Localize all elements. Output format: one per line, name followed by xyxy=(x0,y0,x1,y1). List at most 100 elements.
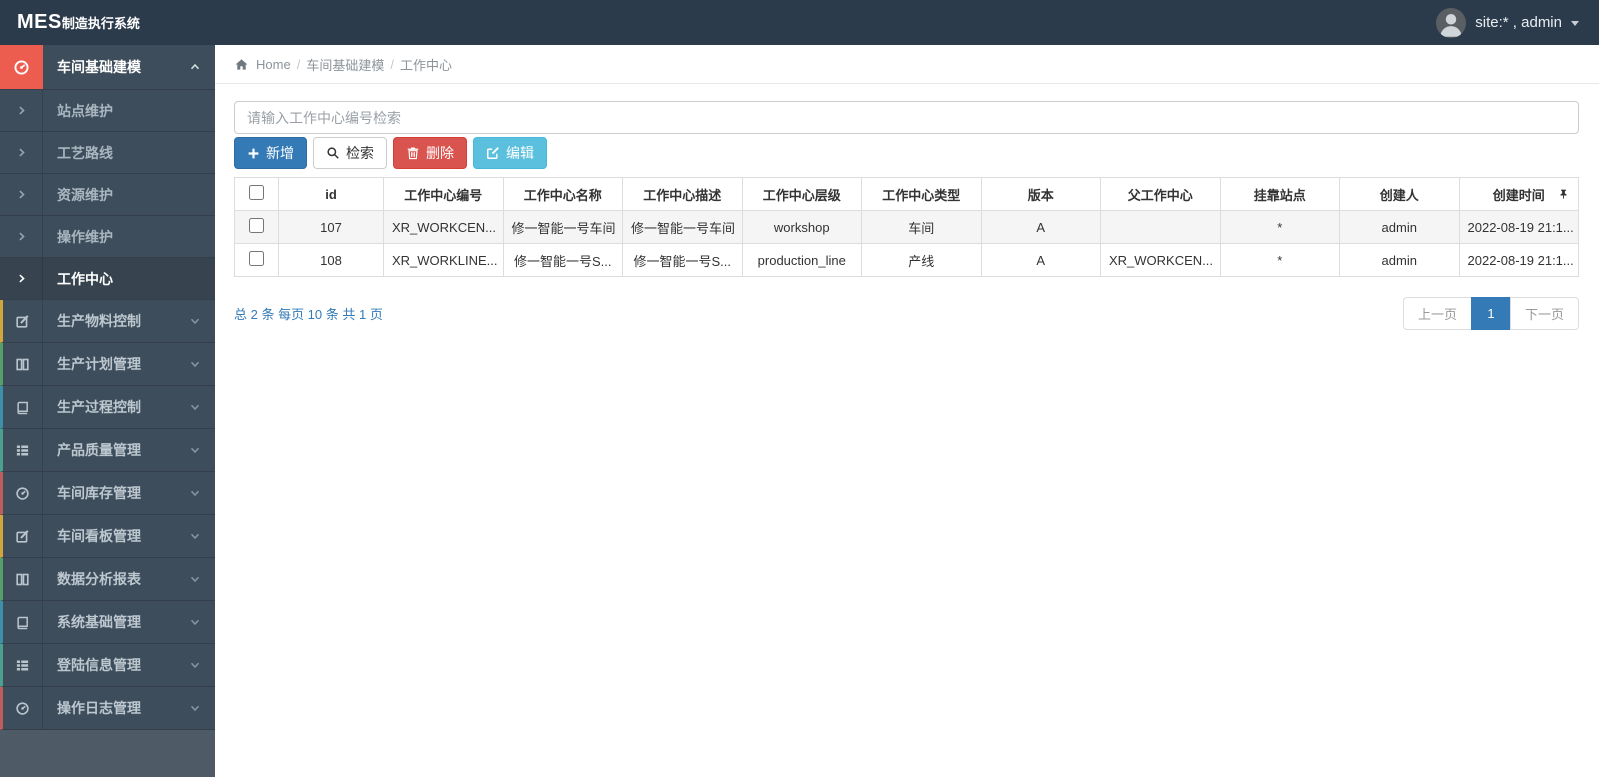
cell-type: 产线 xyxy=(861,243,982,277)
top-navbar: MES 制造执行系统 site:* , admin xyxy=(0,0,1599,45)
sidebar-item-workshop-modeling[interactable]: 车间基础建模 xyxy=(0,45,215,90)
sidebar-item-label: 操作维护 xyxy=(57,228,113,245)
chevron-down-icon xyxy=(189,444,201,456)
list-icon xyxy=(3,644,43,686)
cell-id: 108 xyxy=(278,243,384,277)
brand-text-suffix: 制造执行系统 xyxy=(61,16,140,31)
cell-level: production_line xyxy=(741,243,862,277)
pin-icon[interactable] xyxy=(1558,189,1569,200)
cell-name: 修一智能一号S... xyxy=(502,243,623,277)
cell-desc: 修一智能一号车间 xyxy=(622,210,743,244)
search-button[interactable]: 检索 xyxy=(313,137,387,169)
table-row[interactable]: 108 XR_WORKLINE... 修一智能一号S... 修一智能一号S...… xyxy=(234,243,1579,277)
breadcrumb-level1[interactable]: 车间基础建模 xyxy=(306,55,384,74)
sidebar-item-system-base-management[interactable]: 系统基础管理 xyxy=(0,601,215,644)
book-icon xyxy=(3,601,43,643)
sidebar-item-label: 车间库存管理 xyxy=(57,485,141,501)
col-header-name[interactable]: 工作中心名称 xyxy=(502,177,623,211)
sidebar-item-site-maintenance[interactable]: 站点维护 xyxy=(0,90,215,132)
cell-code: XR_WORKCEN... xyxy=(383,210,504,244)
col-header-parent[interactable]: 父工作中心 xyxy=(1100,177,1221,211)
home-icon xyxy=(235,58,248,71)
sidebar: 车间基础建模 站点维护 工艺路线 资源维护 操作维护 工作中心 生产物料控制 生… xyxy=(0,45,215,777)
delete-button[interactable]: 删除 xyxy=(393,137,467,169)
sidebar-item-login-info-management[interactable]: 登陆信息管理 xyxy=(0,644,215,687)
col-header-level[interactable]: 工作中心层级 xyxy=(741,177,862,211)
sidebar-item-label: 站点维护 xyxy=(57,102,113,119)
page-1-button[interactable]: 1 xyxy=(1470,297,1511,330)
table-header-row: id 工作中心编号 工作中心名称 工作中心描述 工作中心层级 工作中心类型 版本… xyxy=(234,177,1579,211)
cell-parent xyxy=(1100,210,1221,244)
add-button-label: 新增 xyxy=(266,145,294,161)
cell-station: * xyxy=(1219,243,1340,277)
sidebar-item-operation-log-management[interactable]: 操作日志管理 xyxy=(0,687,215,730)
sidebar-item-production-material-control[interactable]: 生产物料控制 xyxy=(0,300,215,343)
sidebar-item-data-analysis-report[interactable]: 数据分析报表 xyxy=(0,558,215,601)
row-checkbox[interactable] xyxy=(249,218,264,233)
sidebar-item-operation-maintenance[interactable]: 操作维护 xyxy=(0,216,215,258)
add-button[interactable]: 新增 xyxy=(234,137,307,169)
sidebar-item-label: 数据分析报表 xyxy=(57,571,141,587)
col-header-station[interactable]: 挂靠站点 xyxy=(1219,177,1340,211)
edit-button-label: 编辑 xyxy=(506,145,534,161)
col-header-version[interactable]: 版本 xyxy=(980,177,1101,211)
chevron-down-icon xyxy=(189,358,201,370)
chevron-right-icon xyxy=(0,132,43,173)
pagination-row: 总 2 条 每页 10 条 共 1 页 上一页 1 下一页 xyxy=(234,297,1579,330)
chevron-right-icon xyxy=(0,174,43,215)
cell-creator: admin xyxy=(1339,210,1460,244)
sidebar-item-workshop-board-management[interactable]: 车间看板管理 xyxy=(0,515,215,558)
cell-creator: admin xyxy=(1339,243,1460,277)
cell-type: 车间 xyxy=(861,210,982,244)
edit-button[interactable]: 编辑 xyxy=(473,137,547,169)
col-header-created[interactable]: 创建时间 xyxy=(1458,177,1579,211)
col-header-type[interactable]: 工作中心类型 xyxy=(861,177,982,211)
list-icon xyxy=(3,429,43,471)
sidebar-item-label: 车间基础建模 xyxy=(57,59,141,75)
col-header-code[interactable]: 工作中心编号 xyxy=(383,177,504,211)
brand-text-mes: MES xyxy=(17,11,62,33)
sidebar-item-production-plan-management[interactable]: 生产计划管理 xyxy=(0,343,215,386)
user-menu[interactable]: site:* , admin xyxy=(1436,7,1599,38)
sidebar-item-production-process-control[interactable]: 生产过程控制 xyxy=(0,386,215,429)
col-header-desc[interactable]: 工作中心描述 xyxy=(622,177,743,211)
next-page-button[interactable]: 下一页 xyxy=(1509,297,1579,330)
chevron-down-icon xyxy=(189,659,201,671)
breadcrumb-home[interactable]: Home xyxy=(256,57,291,72)
table-row[interactable]: 107 XR_WORKCEN... 修一智能一号车间 修一智能一号车间 work… xyxy=(234,210,1579,244)
pagination-summary[interactable]: 总 2 条 每页 10 条 共 1 页 xyxy=(234,304,383,323)
gauge-icon xyxy=(3,687,43,729)
columns-icon xyxy=(3,558,43,600)
caret-down-icon xyxy=(1571,21,1579,26)
trash-icon xyxy=(406,146,420,160)
sidebar-item-resource-maintenance[interactable]: 资源维护 xyxy=(0,174,215,216)
chevron-down-icon xyxy=(189,573,201,585)
sidebar-item-label: 产品质量管理 xyxy=(57,442,141,458)
cell-created: 2022-08-19 21:1... xyxy=(1458,210,1579,244)
col-header-creator[interactable]: 创建人 xyxy=(1339,177,1460,211)
sidebar-item-label: 车间看板管理 xyxy=(57,528,141,544)
cell-version: A xyxy=(980,243,1101,277)
chevron-right-icon xyxy=(0,216,43,257)
sidebar-item-workshop-inventory-management[interactable]: 车间库存管理 xyxy=(0,472,215,515)
col-header-id[interactable]: id xyxy=(278,177,384,211)
search-input[interactable] xyxy=(234,101,1579,134)
prev-page-button[interactable]: 上一页 xyxy=(1402,297,1472,330)
cell-level: workshop xyxy=(741,210,862,244)
sidebar-item-label: 登陆信息管理 xyxy=(57,657,141,673)
edit-icon xyxy=(486,146,500,160)
chevron-right-icon xyxy=(0,90,43,131)
cell-code: XR_WORKLINE... xyxy=(383,243,504,277)
columns-icon xyxy=(3,343,43,385)
breadcrumb-level2[interactable]: 工作中心 xyxy=(400,55,452,74)
sidebar-item-work-center[interactable]: 工作中心 xyxy=(0,258,215,300)
row-checkbox[interactable] xyxy=(249,251,264,266)
row-select-cell xyxy=(234,210,279,244)
breadcrumb-separator: / xyxy=(390,56,394,72)
cell-created: 2022-08-19 21:1... xyxy=(1458,243,1579,277)
cell-desc: 修一智能一号S... xyxy=(622,243,743,277)
chevron-down-icon xyxy=(189,530,201,542)
sidebar-item-process-route[interactable]: 工艺路线 xyxy=(0,132,215,174)
sidebar-item-product-quality-management[interactable]: 产品质量管理 xyxy=(0,429,215,472)
select-all-checkbox[interactable] xyxy=(249,185,264,200)
